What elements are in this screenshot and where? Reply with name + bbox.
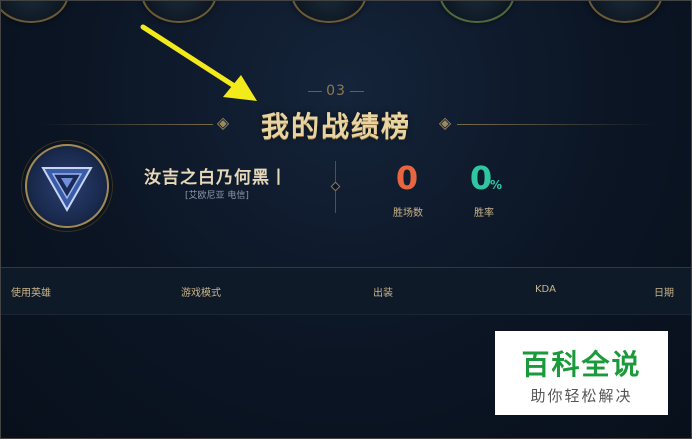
diamond-ornament-icon: ◈ [216,113,230,132]
player-name: 汝吉之白乃何黑丨 [144,168,288,188]
column-header-hero: 使用英雄 [11,288,51,299]
match-history-panel: 03 ◈ ◈ 我的战绩榜 汝吉之白乃何黑丨 [艾欧尼亚 电信] 0 胜场数 0 … [0,0,692,439]
diamond-ornament-icon: ◈ [438,113,452,132]
match-table-header [1,267,691,315]
win-rate-unit: % [490,178,503,192]
column-header-mode: 游戏模式 [181,288,221,299]
watermark-title: 百科全说 [521,348,642,381]
stats-divider-ornament [330,181,341,192]
wins-label: 胜场数 [393,208,423,219]
top-medallion[interactable] [587,1,663,23]
yellow-arrow-icon [140,24,257,101]
watermark-subtitle: 助你轻松解决 [530,387,633,405]
column-header-date: 日期 [654,288,674,299]
top-medallion[interactable] [1,1,69,23]
watermark: 百科全说 助你轻松解决 [495,331,668,415]
player-server: [艾欧尼亚 电信] [185,191,249,201]
divider-left [41,124,213,125]
divider-right [457,124,657,125]
section-title: 我的战绩榜 [260,110,411,143]
win-rate-label: 胜率 [474,208,494,219]
avatar[interactable] [25,144,109,228]
hero-avatar-icon [41,167,93,213]
column-header-kda: KDA [535,284,556,295]
column-header-items: 出装 [373,288,393,299]
section-number: 03 [306,83,366,99]
wins-count: 0 [395,159,419,197]
top-medallion[interactable] [439,1,515,23]
top-medallion[interactable] [291,1,367,23]
